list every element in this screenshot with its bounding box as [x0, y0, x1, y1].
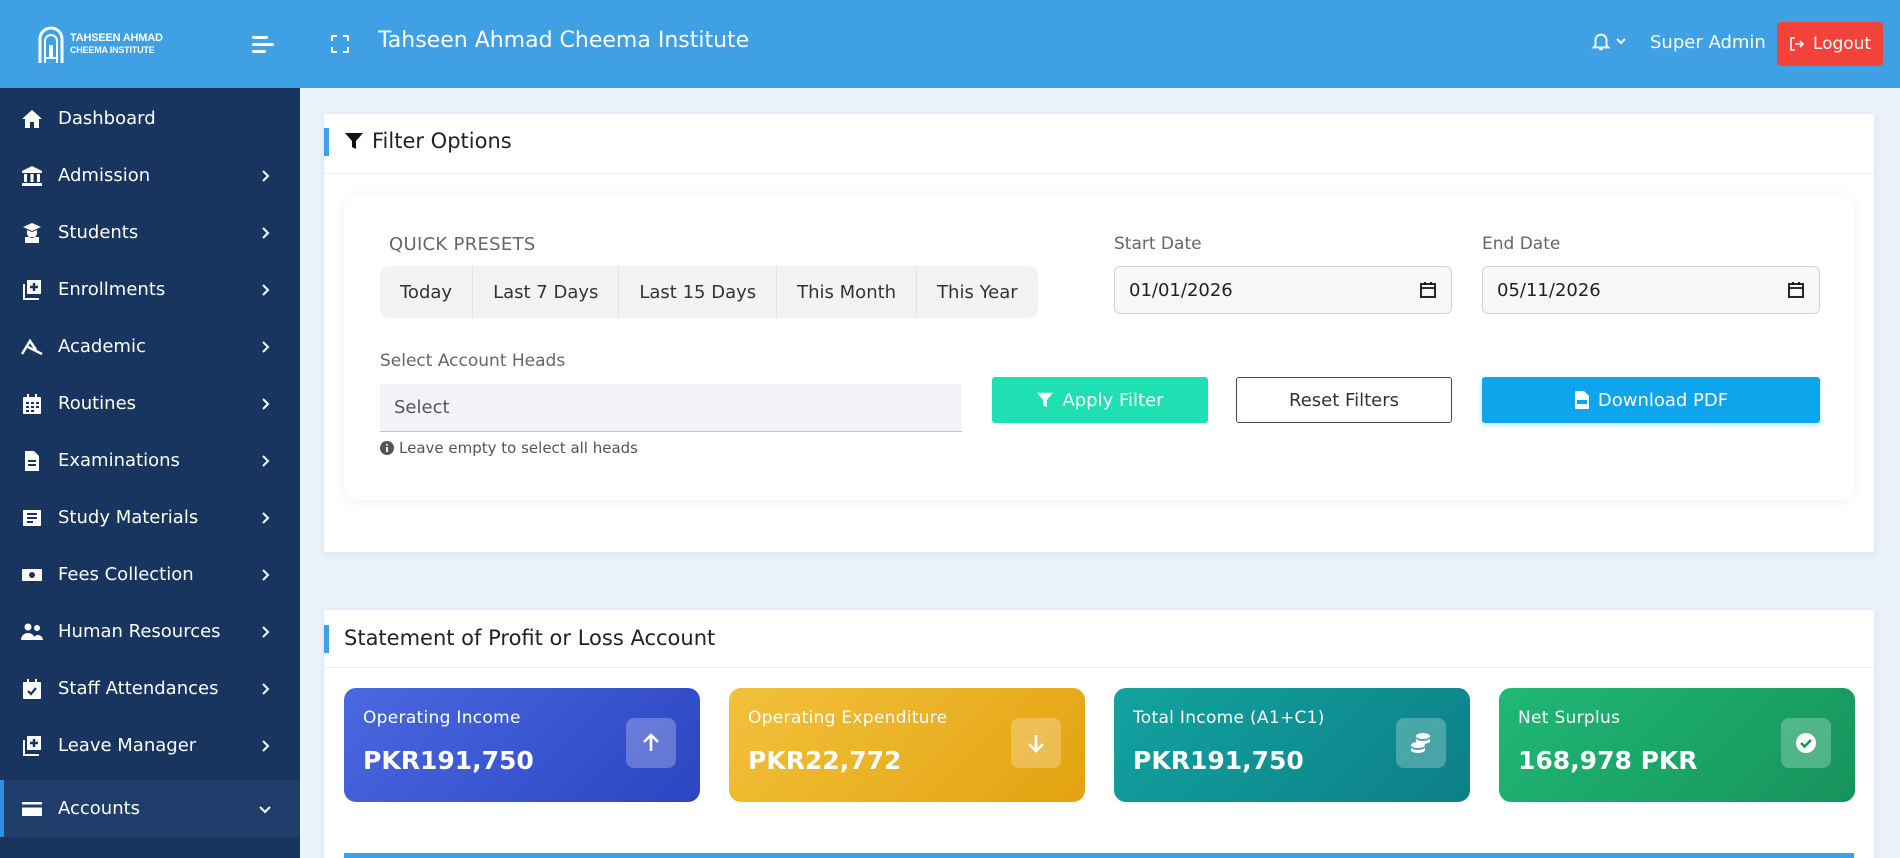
academic-icon	[20, 338, 43, 355]
reset-filters-button[interactable]: Reset Filters	[1236, 377, 1452, 423]
account-heads-hint: Leave empty to select all heads	[380, 439, 638, 457]
logo-arch-icon	[38, 26, 64, 63]
chevron-right-icon	[262, 340, 270, 353]
preset-last-15-days[interactable]: Last 15 Days	[619, 266, 778, 318]
chevron-right-icon	[262, 169, 270, 182]
sidebar-item-fees-collection[interactable]: Fees Collection	[0, 546, 300, 603]
calendar-check-icon	[23, 678, 41, 699]
logout-button[interactable]: Logout	[1777, 22, 1883, 66]
account-heads-label: Select Account Heads	[380, 351, 566, 371]
sidebar-item-study-materials[interactable]: Study Materials	[0, 489, 300, 546]
chevron-down-icon	[259, 805, 271, 813]
user-name[interactable]: Super Admin	[1650, 32, 1766, 53]
filter-panel: QUICK PRESETS Today Last 7 Days Last 15 …	[344, 194, 1854, 500]
sidebar-item-examinations[interactable]: Examinations	[0, 432, 300, 489]
filter-card: Filter Options QUICK PRESETS Today Last …	[324, 114, 1874, 552]
check-circle-icon	[1796, 733, 1816, 753]
chevron-right-icon	[262, 625, 270, 638]
stat-card-operating-income: Operating Income PKR191,750	[344, 688, 700, 802]
filter-card-title: Filter Options	[372, 129, 512, 153]
chevron-right-icon	[262, 283, 270, 296]
student-icon	[23, 222, 41, 243]
apply-filter-button[interactable]: Apply Filter	[992, 377, 1208, 423]
book-icon	[23, 509, 41, 526]
top-bar: TAHSEEN AHMAD CHEEMA INSTITUTE Tahseen A…	[0, 0, 1900, 88]
info-icon	[380, 441, 394, 455]
end-date-input[interactable]: 05/11/2026	[1482, 266, 1820, 314]
document-icon	[25, 450, 39, 471]
sidebar-item-students[interactable]: Students	[0, 204, 300, 261]
sidebar: Dashboard Admission Students Enrollments…	[0, 88, 300, 858]
chevron-right-icon	[262, 226, 270, 239]
coins-icon	[1411, 733, 1430, 753]
chevron-right-icon	[262, 682, 270, 695]
enroll-plus-icon	[23, 279, 41, 300]
leave-plus-icon	[23, 735, 41, 756]
sidebar-item-human-resources[interactable]: Human Resources	[0, 603, 300, 660]
sidebar-item-dashboard[interactable]: Dashboard	[0, 90, 300, 147]
calendar-icon[interactable]	[1787, 281, 1805, 299]
calendar-icon[interactable]	[1419, 281, 1437, 299]
filter-icon	[345, 133, 363, 149]
quick-presets-label: QUICK PRESETS	[389, 234, 536, 255]
sidebar-item-academic[interactable]: Academic	[0, 318, 300, 375]
account-heads-select[interactable]: Select	[380, 384, 962, 432]
statement-card-title: Statement of Profit or Loss Account	[344, 626, 716, 650]
sidebar-item-enrollments[interactable]: Enrollments	[0, 261, 300, 318]
chevron-down-icon	[1616, 38, 1626, 45]
bank-icon	[22, 165, 42, 186]
logo-text: TAHSEEN AHMAD CHEEMA INSTITUTE	[70, 32, 163, 55]
arrow-up-icon	[643, 733, 659, 751]
home-icon	[22, 109, 42, 128]
end-date-label: End Date	[1482, 234, 1561, 254]
sidebar-item-admission[interactable]: Admission	[0, 147, 300, 204]
sidebar-item-leave-manager[interactable]: Leave Manager	[0, 717, 300, 774]
start-date-label: Start Date	[1114, 234, 1202, 254]
start-date-input[interactable]: 01/01/2026	[1114, 266, 1452, 314]
chevron-right-icon	[262, 454, 270, 467]
table-header-strip	[344, 853, 1854, 858]
users-icon	[21, 623, 43, 640]
sidebar-toggle-icon[interactable]	[252, 36, 276, 54]
stat-card-operating-expenditure: Operating Expenditure PKR22,772	[729, 688, 1085, 802]
arrow-down-icon	[1028, 735, 1044, 753]
statement-card-header: Statement of Profit or Loss Account	[324, 610, 1874, 668]
filter-card-header: Filter Options	[324, 114, 1874, 174]
preset-today[interactable]: Today	[380, 266, 474, 318]
preset-last-7-days[interactable]: Last 7 Days	[473, 266, 620, 318]
filter-icon	[1037, 392, 1054, 408]
institute-logo[interactable]: TAHSEEN AHMAD CHEEMA INSTITUTE	[36, 22, 166, 66]
preset-this-year[interactable]: This Year	[917, 266, 1038, 318]
credit-card-icon	[22, 801, 42, 816]
stat-card-total-income: Total Income (A1+C1) PKR191,750	[1114, 688, 1470, 802]
sidebar-item-accounts[interactable]: Accounts	[0, 780, 300, 837]
chevron-right-icon	[262, 397, 270, 410]
fullscreen-icon[interactable]	[330, 34, 350, 54]
logout-icon	[1790, 37, 1805, 51]
quick-presets-group: Today Last 7 Days Last 15 Days This Mont…	[380, 266, 1038, 318]
preset-this-month[interactable]: This Month	[777, 266, 918, 318]
calendar-icon	[23, 393, 41, 414]
sidebar-item-staff-attendances[interactable]: Staff Attendances	[0, 660, 300, 717]
stat-card-net-surplus: Net Surplus 168,978 PKR	[1499, 688, 1855, 802]
money-icon	[22, 568, 42, 581]
notifications-button[interactable]	[1590, 30, 1628, 52]
chevron-right-icon	[262, 739, 270, 752]
pdf-file-icon	[1574, 391, 1589, 409]
app-title: Tahseen Ahmad Cheema Institute	[378, 28, 750, 53]
chevron-right-icon	[262, 568, 270, 581]
sidebar-item-routines[interactable]: Routines	[0, 375, 300, 432]
download-pdf-button[interactable]: Download PDF	[1482, 377, 1820, 423]
chevron-right-icon	[262, 511, 270, 524]
bell-icon	[1591, 33, 1611, 51]
